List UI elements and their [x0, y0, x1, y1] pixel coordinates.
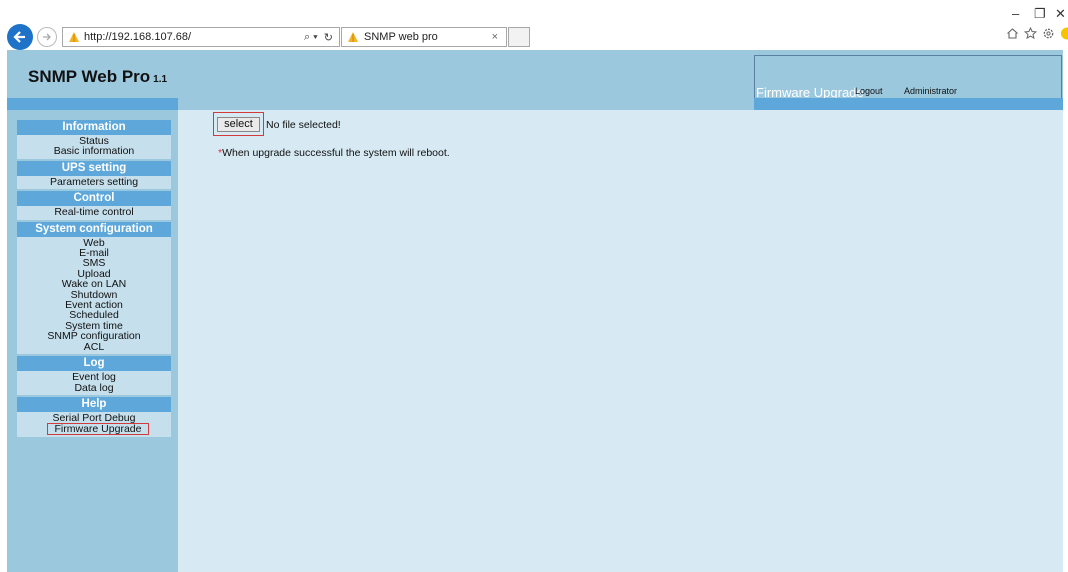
nav-section-log: Log [17, 356, 171, 372]
arrow-right-icon [43, 33, 51, 41]
user-name: Administrator [904, 86, 958, 96]
brand-version: 1.1 [153, 74, 168, 85]
nav-section-ups-setting: UPS setting [17, 160, 171, 176]
tab-favicon-icon [348, 32, 358, 42]
brand-title: SNMP Web Pro 1.1 [28, 67, 167, 87]
close-window-icon[interactable]: ✕ [1055, 6, 1066, 22]
nav-group-system-configuration: Web E-mail SMS Upload Wake on LAN Shutdo… [17, 236, 171, 355]
main-content [178, 110, 1063, 572]
tab-close-icon[interactable]: × [492, 31, 498, 43]
refresh-icon[interactable]: ↻ [324, 31, 333, 44]
arrow-left-icon [13, 31, 25, 43]
page-right-edge [1063, 50, 1068, 572]
logout-link[interactable]: Logout [855, 86, 883, 96]
sidebar-item-basic-information[interactable]: Basic information [17, 146, 171, 157]
nav-group-ups-setting: Parameters setting [17, 175, 171, 190]
nav-group-control: Real-time control [17, 206, 171, 220]
header-strip-gap [178, 98, 754, 110]
nav-group-log: Event log Data log [17, 371, 171, 395]
reboot-note: *When upgrade successful the system will… [218, 147, 450, 159]
new-tab-button[interactable] [508, 27, 530, 47]
browser-chrome: http://192.168.107.68/ ⌕ ▾ ↻ SNMP web pr… [0, 0, 1068, 50]
smiley-feedback-icon[interactable] [1060, 27, 1068, 40]
sidebar-item-real-time-control[interactable]: Real-time control [17, 207, 171, 218]
minimize-icon[interactable]: – [1012, 6, 1019, 21]
page-favicon-icon [69, 32, 79, 42]
home-icon[interactable] [1006, 27, 1019, 40]
nav-section-system-configuration: System configuration [17, 221, 171, 237]
nav-group-information: Status Basic information [17, 135, 171, 159]
address-url: http://192.168.107.68/ [84, 31, 192, 43]
file-status: No file selected! [266, 119, 341, 131]
sidebar-item-data-log[interactable]: Data log [17, 382, 171, 393]
back-button[interactable] [7, 24, 33, 50]
favorites-star-icon[interactable] [1024, 27, 1037, 40]
search-dropdown-icon[interactable]: ⌕ ▾ [304, 31, 318, 44]
sidebar-item-event-log[interactable]: Event log [17, 372, 171, 383]
toolbar-icons [1006, 27, 1068, 40]
sidebar-item-acl[interactable]: ACL [17, 341, 171, 352]
restore-icon[interactable]: ❐ [1034, 6, 1046, 22]
tab-title: SNMP web pro [364, 31, 438, 43]
nav-section-control: Control [17, 191, 171, 207]
sidebar-item-serial-port-debug[interactable]: Serial Port Debug [17, 412, 171, 423]
sidebar-item-parameters-setting[interactable]: Parameters setting [17, 176, 171, 187]
settings-gear-icon[interactable] [1042, 27, 1055, 40]
nav-section-information: Information [17, 120, 171, 135]
sidebar-item-firmware-upgrade[interactable]: Firmware Upgrade [47, 423, 149, 436]
nav-group-help: Serial Port Debug Firmware Upgrade [17, 411, 171, 438]
forward-button[interactable] [37, 27, 57, 47]
note-text: When upgrade successful the system will … [222, 147, 450, 159]
brand-name: SNMP Web Pro [28, 67, 151, 86]
browser-tab[interactable]: SNMP web pro × [341, 27, 507, 47]
sidebar-nav: Information Status Basic information UPS… [17, 118, 171, 438]
nav-section-help: Help [17, 396, 171, 412]
select-file-button[interactable]: select [217, 117, 260, 132]
address-bar[interactable]: http://192.168.107.68/ ⌕ ▾ ↻ [62, 27, 340, 47]
